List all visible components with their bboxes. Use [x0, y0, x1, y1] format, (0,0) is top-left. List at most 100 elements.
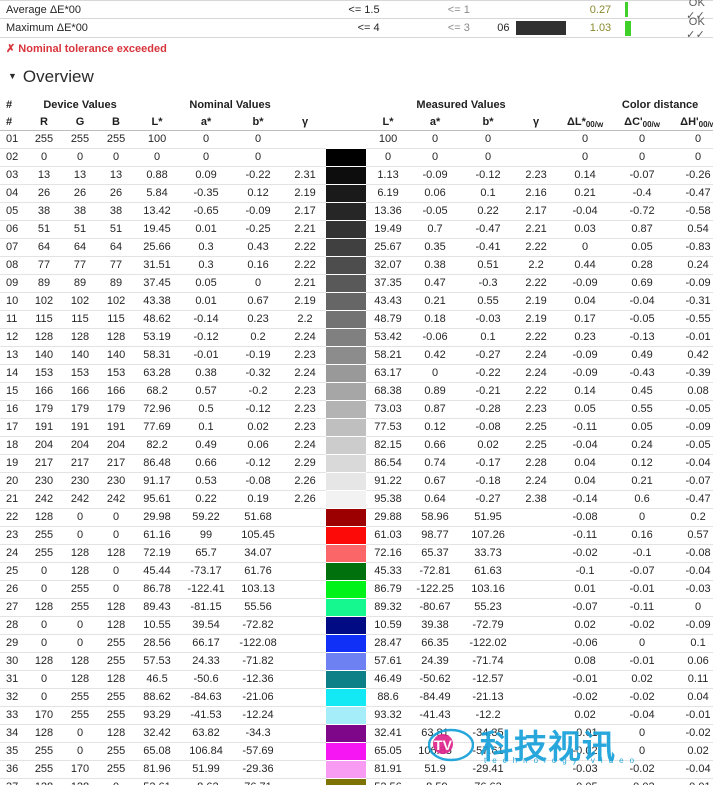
nominal-a: 0.5 — [180, 400, 233, 419]
table-row[interactable]: 21 242 242 242 95.61 0.22 0.19 2.26 95.38 0.64 -0.… — [0, 490, 713, 509]
device-b: 255 — [98, 652, 135, 671]
color-patch — [326, 184, 367, 202]
summary-tolerance-nominal: <= 1.5 — [348, 3, 380, 16]
table-row[interactable]: 23 255 0 0 61.16 99 105.45 61.03 98.77 107.26 -0.1… — [0, 526, 713, 545]
table-row[interactable]: 16 179 179 179 72.96 0.5 -0.12 2.23 73.03 0.87 -0.… — [0, 400, 713, 419]
table-column-header[interactable]: G — [62, 111, 98, 131]
table-row[interactable]: 13 140 140 140 58.31 -0.01 -0.19 2.23 58.21 0.42-… — [0, 346, 713, 365]
table-row[interactable]: 11 115 115 115 48.62 -0.14 0.23 2.2 48.79 0.18 -0.… — [0, 310, 713, 329]
table-row[interactable]: 14 153 153 153 63.28 0.38 -0.32 2.24 63.17 0 -0.22… — [0, 364, 713, 383]
table-column-header[interactable]: L* — [134, 111, 181, 131]
delta-H: -0.01 — [670, 706, 713, 725]
nominal-b: 0.12 — [232, 184, 285, 203]
measured-b: 0.55 — [460, 292, 517, 311]
table-row[interactable]: 22 128 0 0 29.98 59.22 51.68 29.88 58.96 51.95 -0.… — [0, 508, 713, 527]
table-row[interactable]: 25 0 128 0 45.44 -73.17 61.76 45.33 -72.81 61.63-… — [0, 562, 713, 581]
table-column-header[interactable] — [326, 111, 367, 131]
delta-L: -0.01 — [556, 670, 615, 689]
chevron-down-icon[interactable]: ▼ — [8, 71, 17, 81]
nominal-a: 39.54 — [180, 616, 233, 635]
color-swatch — [326, 310, 367, 328]
color-patch — [326, 634, 367, 652]
nominal-b: 76.71 — [232, 778, 285, 785]
table-row[interactable]: 31 0 128 128 46.5 -50.6 -12.36 46.49 -50.62 -12.5… — [0, 670, 713, 689]
table-row[interactable]: 04 26 26 26 5.84 -0.35 0.12 2.19 6.19 0.06 0.1 2.16… — [0, 184, 713, 203]
overview-section-header[interactable]: ▼ Overview — [8, 67, 94, 87]
table-row[interactable]: 15 166 166 166 68.2 0.57 -0.2 2.23 68.38 0.89 -0.2… — [0, 382, 713, 401]
color-patch — [326, 220, 367, 238]
table-column-header[interactable]: b* — [460, 111, 517, 131]
delta-H: -0.01 — [670, 778, 713, 785]
table-row[interactable]: 08 77 77 77 31.51 0.3 0.16 2.22 32.07 0.38 0.51 2.2… — [0, 256, 713, 275]
row-index: 18 — [0, 436, 26, 455]
table-row[interactable]: 0125525525510000100000000 — [0, 130, 713, 149]
measured-b: -0.3 — [460, 274, 517, 293]
nominal-a: 65.7 — [180, 544, 233, 563]
table-row[interactable]: 07 64 64 64 25.66 0.3 0.43 2.22 25.67 0.35 -0.41 2.… — [0, 238, 713, 257]
table-row[interactable]: 05 38 38 38 13.42 -0.65 -0.09 2.17 13.36 -0.05 0.2… — [0, 202, 713, 221]
table-row[interactable]: 27 128 255 128 89.43 -81.15 55.56 89.32 -80.67 55… — [0, 598, 713, 617]
table-column-header[interactable]: L* — [366, 111, 411, 131]
table-row[interactable]: 26 0 255 0 86.78 -122.41 103.13 86.79 -122.25 103… — [0, 580, 713, 599]
table-column-header[interactable]: ΔH'00/w — [670, 111, 713, 131]
color-swatch — [326, 364, 367, 382]
measured-b: -122.02 — [460, 634, 517, 653]
table-column-header[interactable]: b* — [232, 111, 285, 131]
nominal-gamma — [284, 544, 327, 563]
device-g: 0 — [62, 634, 98, 653]
table-column-header[interactable]: # — [0, 111, 26, 131]
nominal-L: 88.62 — [134, 688, 181, 707]
table-row[interactable]: 18 204 204 204 82.2 0.49 0.06 2.24 82.15 0.66 0.02… — [0, 436, 713, 455]
table-row[interactable]: 06 51 51 51 19.45 0.01 -0.25 2.21 19.49 0.7 -0.47 2… — [0, 220, 713, 239]
nominal-a: 0.05 — [180, 274, 233, 293]
device-r: 128 — [26, 778, 62, 785]
table-column-header[interactable]: a* — [180, 111, 233, 131]
row-index: 14 — [0, 364, 26, 383]
table-row[interactable]: 09 89 89 89 37.45 0.05 0 2.21 37.35 0.47 -0.3 2.22-… — [0, 274, 713, 293]
color-patch — [326, 472, 367, 490]
table-row[interactable]: 28 0 0 128 10.55 39.54 -72.82 10.59 39.38 -72.79 0… — [0, 616, 713, 635]
delta-C: -0.43 — [614, 364, 671, 383]
row-index: 35 — [0, 742, 26, 761]
table-row[interactable]: 36 255 170 255 81.96 51.99 -29.36 81.91 51.9 -29.… — [0, 760, 713, 779]
table-row[interactable]: 35 255 0 255 65.08 106.84 -57.69 65.05 106.85 -57… — [0, 742, 713, 761]
table-column-header[interactable]: ΔL*00/w — [556, 111, 615, 131]
table-row[interactable]: 20 230 230 230 91.17 0.53 -0.08 2.26 91.22 0.67 -0… — [0, 472, 713, 491]
delta-L: 0.04 — [556, 454, 615, 473]
table-row[interactable]: 020000000000000 — [0, 148, 713, 167]
measured-a: 0.18 — [410, 310, 461, 329]
table-row[interactable]: 29 0 0 255 28.56 66.17 -122.08 28.47 66.35 -122.0… — [0, 634, 713, 653]
table-row[interactable]: 03 13 13 13 0.88 0.09 -0.22 2.31 1.13 -0.09 -0.12 2… — [0, 166, 713, 185]
table-column-header[interactable]: γ — [516, 111, 557, 131]
table-column-header[interactable]: R — [26, 111, 62, 131]
delta-H: 0 — [670, 130, 713, 149]
color-swatch — [326, 562, 367, 580]
delta-C: -0.02 — [614, 616, 671, 635]
table-row[interactable]: 19 217 217 217 86.48 0.66 -0.12 2.29 86.54 0.74 -0… — [0, 454, 713, 473]
color-swatch — [326, 508, 367, 526]
table-row[interactable]: 33 170 255 255 93.29 -41.53 -12.24 93.32 -41.43-… — [0, 706, 713, 725]
device-g: 242 — [62, 490, 98, 509]
nominal-b: -57.69 — [232, 742, 285, 761]
table-row[interactable]: 12 128 128 128 53.19 -0.12 0.2 2.24 53.42 -0.06 0.… — [0, 328, 713, 347]
table-column-header[interactable]: B — [98, 111, 135, 131]
table-row[interactable]: 10 102 102 102 43.38 0.01 0.67 2.19 43.43 0.21 0.5… — [0, 292, 713, 311]
measured-b: 61.63 — [460, 562, 517, 581]
table-row[interactable]: 37128128052.61-8.6276.7152.56-8.5976.63-… — [0, 778, 713, 785]
table-row[interactable]: 24 255 128 128 72.19 65.7 34.07 72.16 65.37 33.73… — [0, 544, 713, 563]
delta-L: 0.02 — [556, 616, 615, 635]
summary-value: 1.03 — [589, 22, 612, 34]
row-index: 03 — [0, 166, 26, 185]
table-row[interactable]: 34 128 0 128 32.42 63.82 -34.3 32.41 63.81 -34.35… — [0, 724, 713, 743]
table-row[interactable]: 32 0 255 255 88.62 -84.63 -21.06 88.6 -84.49 -21.… — [0, 688, 713, 707]
table-column-header[interactable]: ΔC'00/w — [614, 111, 671, 131]
nominal-b: 0.2 — [232, 328, 285, 347]
table-column-header[interactable]: γ — [284, 111, 327, 131]
table-row[interactable]: 30 128 128 255 57.53 24.33 -71.82 57.61 24.39 -71… — [0, 652, 713, 671]
table-row[interactable]: 17 191 191 191 77.69 0.1 0.02 2.23 77.53 0.12 -0.0… — [0, 418, 713, 437]
table-column-header[interactable]: a* — [410, 111, 461, 131]
row-index: 17 — [0, 418, 26, 437]
delta-H: -0.83 — [670, 238, 713, 257]
measured-gamma: 2.22 — [516, 382, 557, 401]
nominal-gamma: 2.23 — [284, 346, 327, 365]
